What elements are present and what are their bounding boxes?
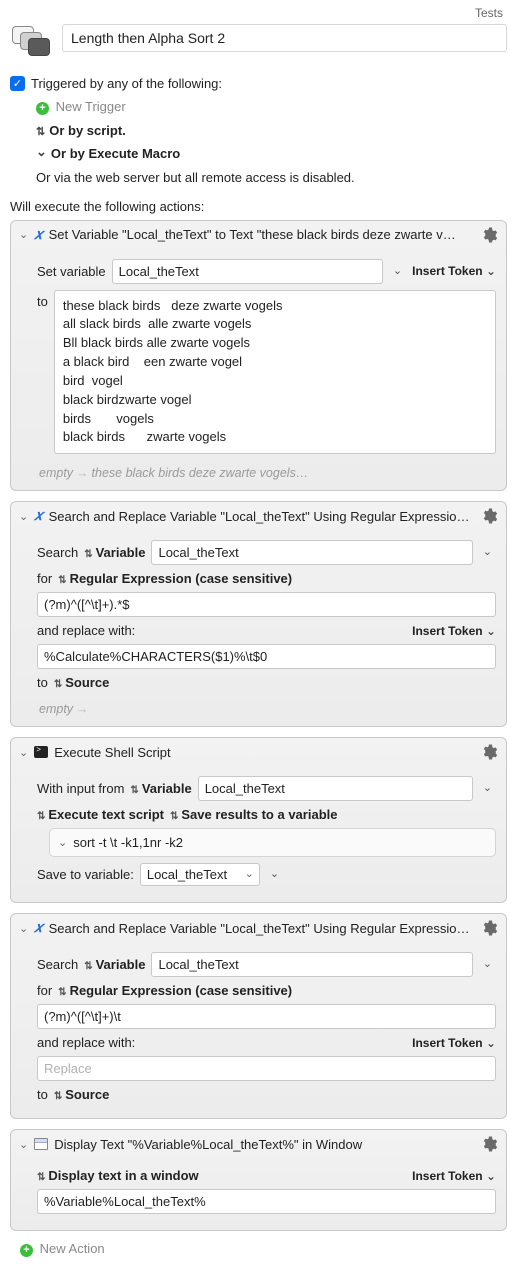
script-text[interactable]: sort -t \t -k1,1nr -k2: [73, 835, 487, 850]
action-title: Set Variable "Local_theText" to Text "th…: [49, 227, 474, 242]
to-label: to: [37, 1087, 48, 1102]
variable-dropdown[interactable]: [479, 546, 496, 559]
window-icon: [34, 1138, 48, 1150]
to-label: to: [37, 290, 48, 309]
regex-mode-selector[interactable]: Regular Expression (case sensitive): [58, 983, 292, 998]
gear-icon[interactable]: [480, 226, 498, 244]
variable-selector[interactable]: Variable: [84, 957, 145, 972]
display-mode-selector[interactable]: Display text in a window: [37, 1168, 199, 1183]
action-title: Search and Replace Variable "Local_theTe…: [49, 509, 474, 524]
text-value-field[interactable]: these black birds deze zwarte vogels all…: [54, 290, 496, 455]
variable-selector[interactable]: Variable: [130, 781, 191, 796]
save-mode-selector[interactable]: Save results to a variable: [170, 807, 337, 822]
variable-name-field[interactable]: Local_theText: [151, 540, 472, 565]
set-variable-label: Set variable: [37, 264, 106, 279]
variable-icon: 𝑥: [34, 507, 42, 525]
preview-row: empty→: [37, 696, 496, 716]
plus-icon: +: [36, 102, 49, 115]
source-selector[interactable]: Source: [54, 675, 109, 690]
will-execute-label: Will execute the following actions:: [10, 199, 507, 214]
gear-icon[interactable]: [480, 1135, 498, 1153]
replacement-field[interactable]: Replace: [37, 1056, 496, 1081]
action-set-variable[interactable]: ⌄ 𝑥 Set Variable "Local_theText" to Text…: [10, 220, 507, 492]
action-search-replace-1[interactable]: ⌄ 𝑥 Search and Replace Variable "Local_t…: [10, 501, 507, 727]
tests-link[interactable]: Tests: [10, 6, 507, 24]
gear-icon[interactable]: [480, 919, 498, 937]
action-search-replace-2[interactable]: ⌄ 𝑥 Search and Replace Variable "Local_t…: [10, 913, 507, 1119]
variable-dropdown[interactable]: [266, 868, 283, 881]
source-selector[interactable]: Source: [54, 1087, 109, 1102]
disclosure-icon[interactable]: ⌄: [19, 746, 28, 759]
variable-icon: 𝑥: [34, 226, 42, 244]
gear-icon[interactable]: [480, 743, 498, 761]
replace-label: and replace with:: [37, 1035, 135, 1050]
action-execute-shell[interactable]: ⌄ Execute Shell Script With input from V…: [10, 737, 507, 903]
action-title: Search and Replace Variable "Local_theTe…: [49, 921, 474, 936]
variable-name-field[interactable]: Local_theText: [112, 259, 383, 284]
search-pattern-field[interactable]: (?m)^([^\t]+)\t: [37, 1004, 496, 1029]
disclosure-icon[interactable]: ⌄: [19, 228, 28, 241]
variable-selector[interactable]: Variable: [84, 545, 145, 560]
search-label: Search: [37, 545, 78, 560]
for-label: for: [37, 983, 52, 998]
insert-token-button[interactable]: Insert Token: [412, 624, 496, 638]
variable-dropdown[interactable]: [389, 265, 406, 278]
new-action-button[interactable]: + New Action: [20, 1241, 507, 1257]
save-to-label: Save to variable:: [37, 867, 134, 882]
insert-token-button[interactable]: Insert Token: [412, 1169, 496, 1183]
search-label: Search: [37, 957, 78, 972]
to-label: to: [37, 675, 48, 690]
macro-name-field[interactable]: Length then Alpha Sort 2: [62, 24, 507, 52]
variable-dropdown[interactable]: [479, 782, 496, 795]
or-by-script[interactable]: Or by script.: [36, 123, 507, 138]
disclosure-icon[interactable]: ⌄: [19, 922, 28, 935]
variable-name-field[interactable]: Local_theText: [151, 952, 472, 977]
save-to-variable-select[interactable]: Local_theText: [140, 863, 260, 886]
insert-token-button[interactable]: Insert Token: [412, 264, 496, 278]
replacement-field[interactable]: %Calculate%CHARACTERS($1)%\t$0: [37, 644, 496, 669]
preview-row: empty→these black birds deze zwarte voge…: [37, 460, 496, 480]
disclosure-icon[interactable]: ⌄: [19, 1138, 28, 1151]
disclosure-icon[interactable]: ⌄: [19, 510, 28, 523]
updown-icon: [36, 123, 49, 138]
variable-dropdown[interactable]: [479, 958, 496, 971]
variable-icon: 𝑥: [34, 919, 42, 937]
terminal-icon: [34, 746, 48, 758]
insert-token-button[interactable]: Insert Token: [412, 1036, 496, 1050]
action-title: Execute Shell Script: [54, 745, 474, 760]
triggered-checkbox[interactable]: ✓: [10, 76, 25, 91]
chevron-down-icon: [36, 146, 51, 161]
action-title: Display Text "%Variable%Local_theText%" …: [54, 1137, 474, 1152]
plus-icon: +: [20, 1244, 33, 1257]
execute-mode-selector[interactable]: Execute text script: [37, 807, 164, 822]
or-via-web: Or via the web server but all remote acc…: [36, 170, 507, 185]
gear-icon[interactable]: [480, 507, 498, 525]
with-input-label: With input from: [37, 781, 124, 796]
replace-label: and replace with:: [37, 623, 135, 638]
search-pattern-field[interactable]: (?m)^([^\t]+).*$: [37, 592, 496, 617]
script-disclosure[interactable]: ⌄: [58, 836, 67, 849]
input-variable-field[interactable]: Local_theText: [198, 776, 473, 801]
macro-icon: [10, 24, 56, 64]
triggered-heading: Triggered by any of the following:: [31, 76, 222, 91]
for-label: for: [37, 571, 52, 586]
new-trigger-button[interactable]: + New Trigger: [36, 99, 507, 115]
or-by-execute-macro[interactable]: Or by Execute Macro: [36, 146, 507, 162]
regex-mode-selector[interactable]: Regular Expression (case sensitive): [58, 571, 292, 586]
display-text-field[interactable]: %Variable%Local_theText%: [37, 1189, 496, 1214]
